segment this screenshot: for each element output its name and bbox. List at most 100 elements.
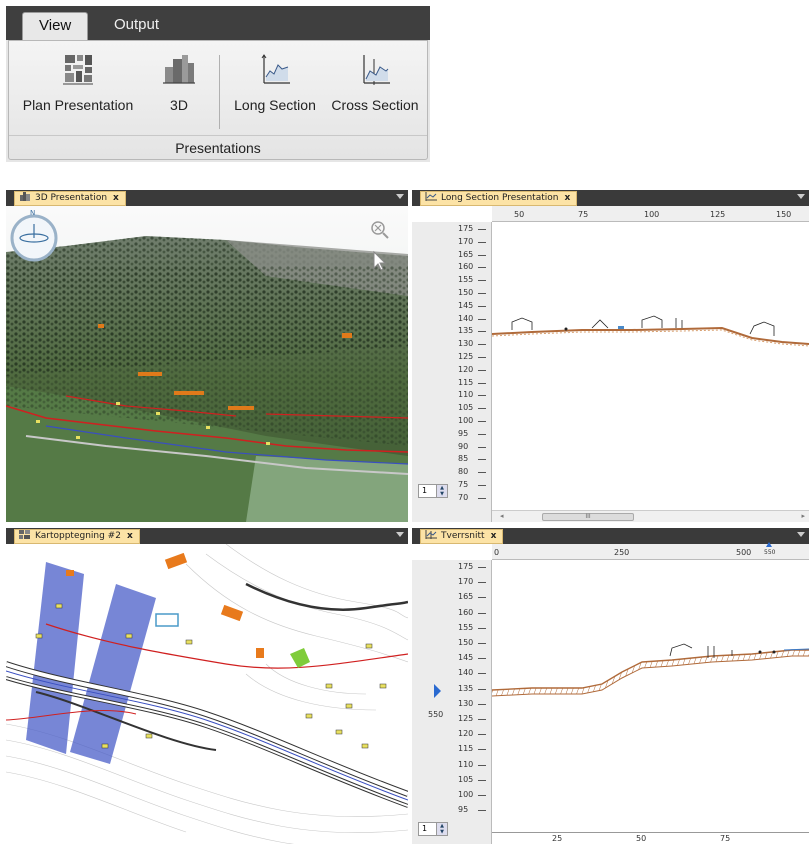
y-tick: 120 — [458, 364, 474, 374]
y-tick-mark — [478, 229, 486, 230]
y-tick: 155 — [458, 622, 474, 632]
y-tick-mark — [478, 305, 486, 307]
cross-section-spinner[interactable]: 1 ▲ ▼ — [418, 822, 448, 836]
y-tick-mark — [478, 318, 486, 320]
y-tick: 165 — [458, 249, 474, 259]
y-tick: 140 — [458, 668, 474, 678]
panel-tab-bar: Tverrsnitt x — [412, 528, 809, 544]
y-tick-mark — [478, 446, 486, 448]
long-section-spinner[interactable]: 1 ▲ ▼ — [418, 484, 448, 498]
y-tick-mark — [478, 357, 486, 358]
y-tick-mark — [478, 719, 486, 720]
x-tick: 125 — [710, 210, 726, 219]
y-tick-mark — [478, 241, 486, 243]
spinner-arrows-icon[interactable]: ▲ ▼ — [436, 485, 447, 497]
plan-presentation-icon — [61, 53, 95, 87]
y-tick-mark — [478, 597, 486, 599]
y-tick-mark — [478, 485, 486, 486]
3d-button[interactable]: 3D — [149, 49, 209, 133]
y-tick: 130 — [458, 698, 474, 708]
y-tick-mark — [478, 433, 486, 435]
ribbon-tab-output[interactable]: Output — [98, 12, 175, 40]
y-tick: 130 — [458, 339, 474, 349]
y-tick: 135 — [458, 326, 474, 336]
station-marker-label: 550 — [764, 549, 776, 556]
tab-3d-presentation[interactable]: 3D Presentation x — [14, 191, 126, 206]
y-tick: 85 — [458, 454, 469, 464]
panel-menu-chevron-icon[interactable] — [396, 532, 404, 537]
y-tick-mark — [478, 779, 486, 781]
y-tick: 170 — [458, 236, 474, 246]
3d-buildings-icon — [19, 192, 31, 201]
3d-viewport[interactable]: N — [6, 206, 408, 522]
panel-tab-bar: Kartopptegning #2 x — [6, 528, 408, 544]
close-tab-3d-button[interactable]: x — [113, 193, 119, 203]
cross-section-label: Cross Section — [331, 97, 419, 113]
long-section-icon — [425, 192, 437, 201]
cross-section-button[interactable]: Cross Section — [325, 49, 425, 133]
y-tick: 95 — [458, 805, 469, 815]
y-tick: 140 — [458, 313, 474, 323]
long-section-button[interactable]: Long Section — [227, 49, 323, 133]
y-tick: 135 — [458, 683, 474, 693]
scroll-left-icon[interactable]: ◂ — [500, 512, 504, 520]
y-tick-mark — [478, 643, 486, 644]
y-tick-mark — [478, 734, 486, 736]
tab-tverrsnitt[interactable]: Tverrsnitt x — [420, 529, 504, 544]
scroll-thumb[interactable]: III — [542, 513, 634, 521]
y-tick: 110 — [458, 390, 474, 400]
y-tick-mark — [478, 369, 486, 371]
x-tick: 75 — [720, 834, 731, 843]
long-section-panel: Long Section Presentation x 50 75 100 125… — [412, 190, 809, 522]
y-tick: 105 — [458, 774, 474, 784]
x-tick: 100 — [644, 210, 660, 219]
3d-label: 3D — [170, 97, 188, 113]
y-tick-mark — [478, 344, 486, 346]
cross-section-icon — [425, 530, 437, 539]
station-marker-icon[interactable] — [766, 542, 772, 547]
y-tick: 100 — [458, 790, 474, 799]
tab-long-section[interactable]: Long Section Presentation x — [420, 191, 578, 206]
3d-presentation-panel: 3D Presentation x N — [6, 190, 408, 522]
x-tick: 0 — [494, 548, 500, 557]
y-tick-mark — [478, 658, 486, 660]
y-tick: 165 — [458, 592, 474, 602]
ribbon-tab-view[interactable]: View — [22, 12, 89, 40]
ribbon: View Output Plan Presentation 3D Long Se… — [6, 6, 430, 162]
long-section-hscrollbar[interactable]: ◂ III ▸ — [492, 510, 809, 522]
y-tick-mark — [478, 497, 486, 499]
cross-section-spinner-value: 1 — [422, 824, 428, 833]
plan-presentation-button[interactable]: Plan Presentation — [15, 49, 141, 133]
panel-menu-chevron-icon[interactable] — [797, 194, 805, 199]
y-tick: 160 — [458, 607, 474, 617]
station-pointer-icon[interactable] — [434, 684, 441, 698]
y-tick-mark — [478, 472, 486, 474]
x-tick: 250 — [614, 548, 630, 557]
cross-section-icon — [358, 53, 392, 87]
long-section-icon — [258, 53, 292, 87]
y-tick: 115 — [458, 744, 474, 754]
y-tick: 125 — [458, 352, 474, 361]
close-tab-cross-section-button[interactable]: x — [491, 531, 497, 541]
y-tick: 110 — [458, 759, 474, 769]
y-tick-mark — [478, 395, 486, 397]
y-tick-mark — [478, 688, 486, 690]
long-section-plot[interactable] — [491, 222, 809, 522]
tab-kartopptegning[interactable]: Kartopptegning #2 x — [14, 529, 140, 544]
panel-menu-chevron-icon[interactable] — [797, 532, 805, 537]
x-tick: 500 — [736, 548, 752, 557]
close-tab-plan-button[interactable]: x — [127, 531, 133, 541]
close-tab-long-section-button[interactable]: x — [564, 193, 570, 203]
y-tick: 120 — [458, 729, 474, 739]
scroll-right-icon[interactable]: ▸ — [801, 512, 805, 520]
plan-map-view[interactable] — [6, 544, 408, 844]
spinner-arrows-icon[interactable]: ▲ ▼ — [436, 823, 447, 835]
y-tick-mark — [478, 627, 486, 629]
y-tick: 115 — [458, 377, 474, 387]
y-tick: 105 — [458, 403, 474, 413]
plan-presentation-label: Plan Presentation — [22, 97, 134, 113]
cross-section-panel: Tverrsnitt x 0 250 500 550 550 175 170 165 1… — [412, 528, 809, 844]
y-tick: 80 — [458, 467, 469, 477]
cross-section-plot[interactable] — [491, 560, 809, 844]
panel-menu-chevron-icon[interactable] — [396, 194, 404, 199]
